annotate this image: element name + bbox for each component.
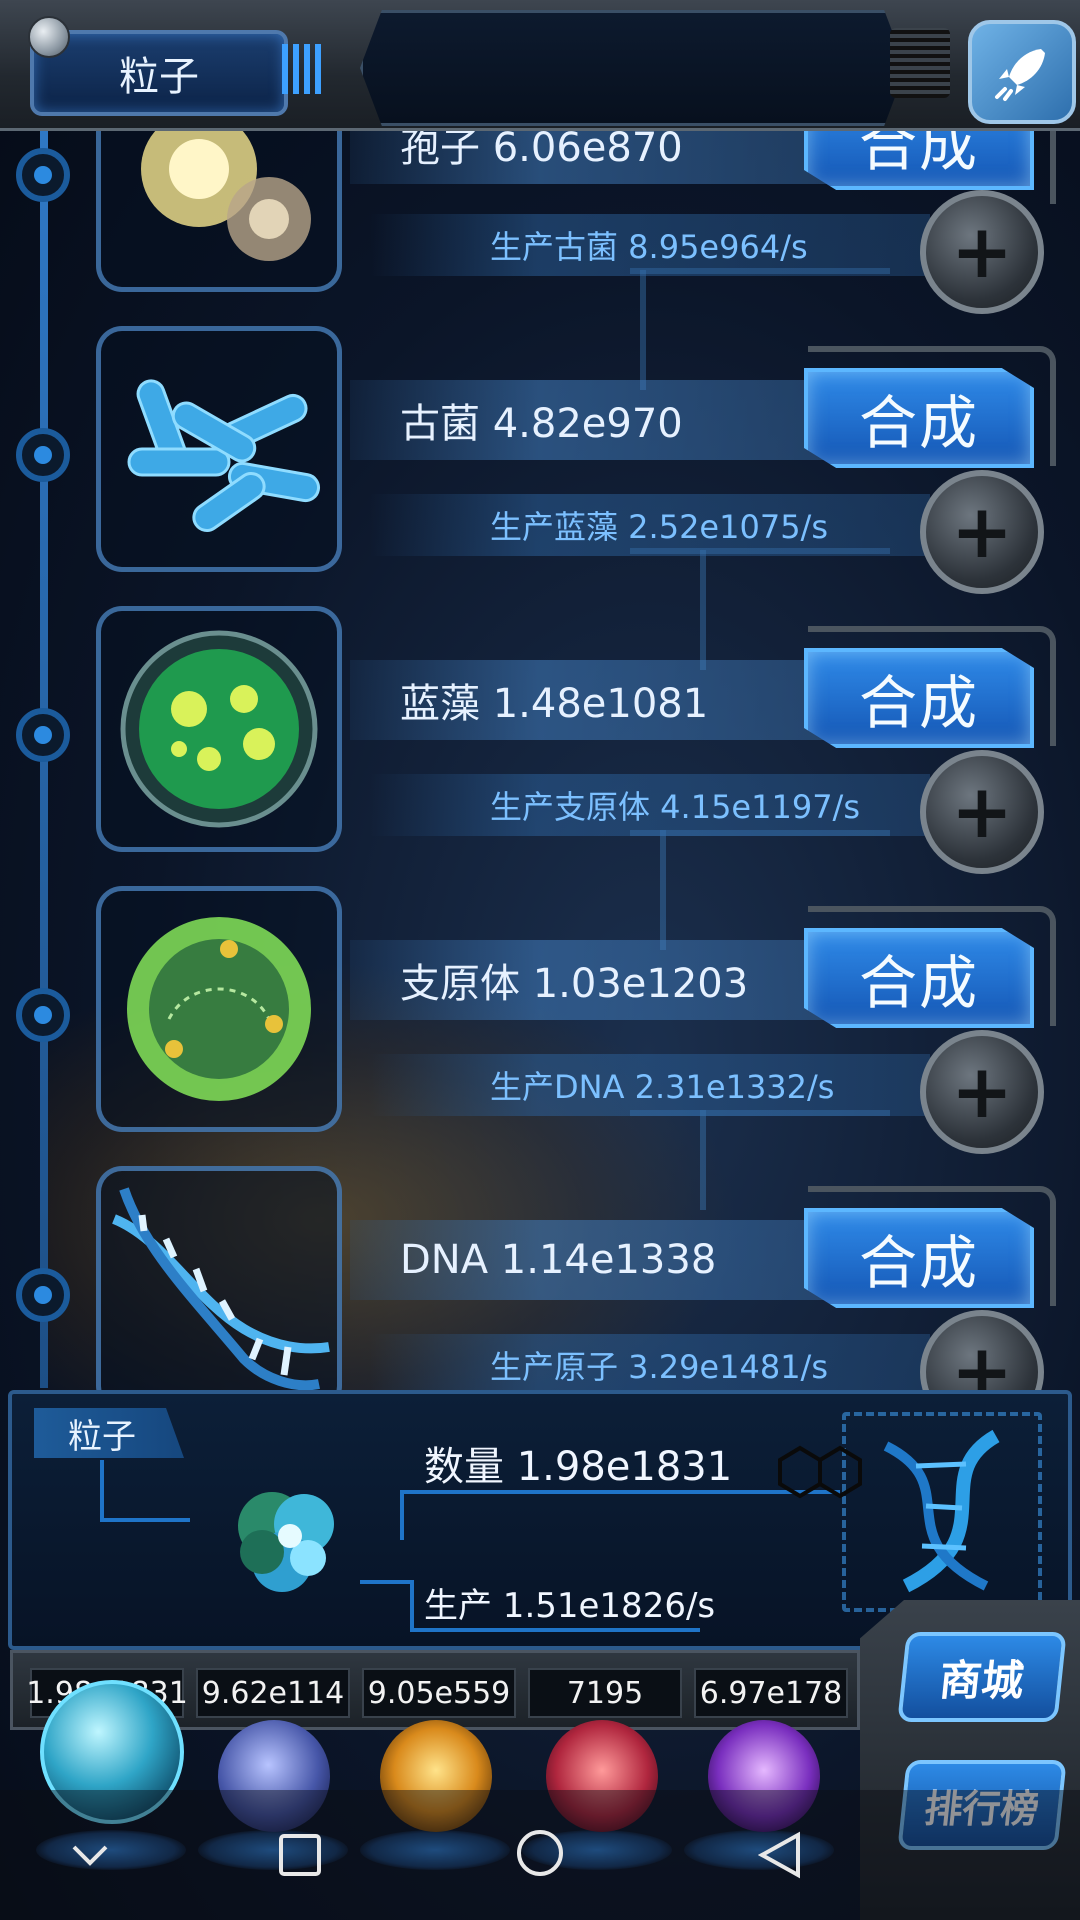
dna-image bbox=[96, 1166, 342, 1412]
production-rate: 生产原子 3.29e1481/s bbox=[370, 1334, 930, 1396]
resource-vortex-count: 6.97e178 bbox=[694, 1668, 848, 1718]
circuit-line bbox=[410, 1628, 700, 1632]
circuit-line bbox=[660, 830, 666, 950]
circle-icon bbox=[517, 1830, 563, 1876]
production-rate: 生产DNA 2.31e1332/s bbox=[370, 1054, 930, 1116]
archaea-icon bbox=[127, 379, 321, 532]
panel-tab: 粒子 bbox=[34, 1408, 184, 1458]
timeline-node bbox=[16, 148, 70, 202]
resource-fire-count: 9.05e559 bbox=[362, 1668, 516, 1718]
nav-down-button[interactable] bbox=[60, 1820, 120, 1890]
particle-quantity: 数量 1.98e1831 bbox=[424, 1444, 733, 1490]
header-center-panel bbox=[360, 10, 906, 126]
circuit-line bbox=[700, 1110, 706, 1210]
timeline-node bbox=[16, 428, 70, 482]
timeline-node bbox=[16, 988, 70, 1042]
synthesize-button[interactable]: 合成 bbox=[804, 368, 1034, 468]
production-rate: 生产古菌 8.95e964/s bbox=[370, 214, 930, 276]
dna-badge bbox=[842, 1412, 1042, 1612]
production-rate: 生产蓝藻 2.52e1075/s bbox=[370, 494, 930, 556]
circuit-line bbox=[400, 1490, 404, 1540]
rocket-button[interactable] bbox=[968, 20, 1076, 124]
production-rate: 生产支原体 4.15e1197/s bbox=[370, 774, 930, 836]
nav-home-button[interactable] bbox=[510, 1816, 570, 1890]
back-triangle-icon bbox=[758, 1831, 800, 1879]
circuit-line bbox=[360, 1580, 410, 1584]
synthesize-button[interactable]: 合成 bbox=[804, 1208, 1034, 1308]
circuit-line bbox=[100, 1518, 190, 1522]
rocket-icon bbox=[995, 49, 1045, 101]
upgrade-plus-button[interactable]: + bbox=[920, 1030, 1044, 1154]
mycoplasma-icon bbox=[127, 917, 311, 1101]
upgrade-plus-button[interactable]: + bbox=[920, 470, 1044, 594]
dna-molecule-icon bbox=[883, 1429, 1000, 1593]
molecule-icon bbox=[778, 1445, 862, 1499]
particle-production: 生产 1.51e1826/s bbox=[424, 1586, 716, 1626]
cyanobacteria-icon bbox=[120, 630, 318, 828]
upgrade-plus-button[interactable]: + bbox=[920, 190, 1044, 314]
upgrade-plus-button[interactable]: + bbox=[920, 750, 1044, 874]
chevron-down-icon bbox=[72, 1845, 108, 1866]
screw-decoration bbox=[28, 16, 70, 58]
timeline-node bbox=[16, 1268, 70, 1322]
particle-icon bbox=[212, 1466, 362, 1616]
square-icon bbox=[279, 1834, 321, 1876]
shop-button[interactable]: 商城 bbox=[897, 1632, 1067, 1722]
nav-recents-button[interactable] bbox=[270, 1820, 330, 1890]
resource-energy-count: 9.62e114 bbox=[196, 1668, 350, 1718]
dna-icon bbox=[112, 1187, 330, 1391]
circuit-line bbox=[410, 1580, 414, 1630]
archaea-image bbox=[96, 326, 342, 572]
circuit-line bbox=[640, 270, 646, 390]
synthesize-button[interactable]: 合成 bbox=[804, 928, 1034, 1028]
vent-grille bbox=[890, 28, 950, 98]
nav-back-button[interactable] bbox=[750, 1820, 810, 1890]
mycoplasma-image bbox=[96, 886, 342, 1132]
circuit-line bbox=[100, 1460, 104, 1520]
resource-brain-count: 7195 bbox=[528, 1668, 682, 1718]
synthesize-button[interactable]: 合成 bbox=[804, 648, 1034, 748]
stripe-decoration bbox=[282, 44, 322, 94]
cyanobacteria-image bbox=[96, 606, 342, 852]
circuit-line bbox=[700, 550, 706, 670]
timeline-node bbox=[16, 708, 70, 762]
